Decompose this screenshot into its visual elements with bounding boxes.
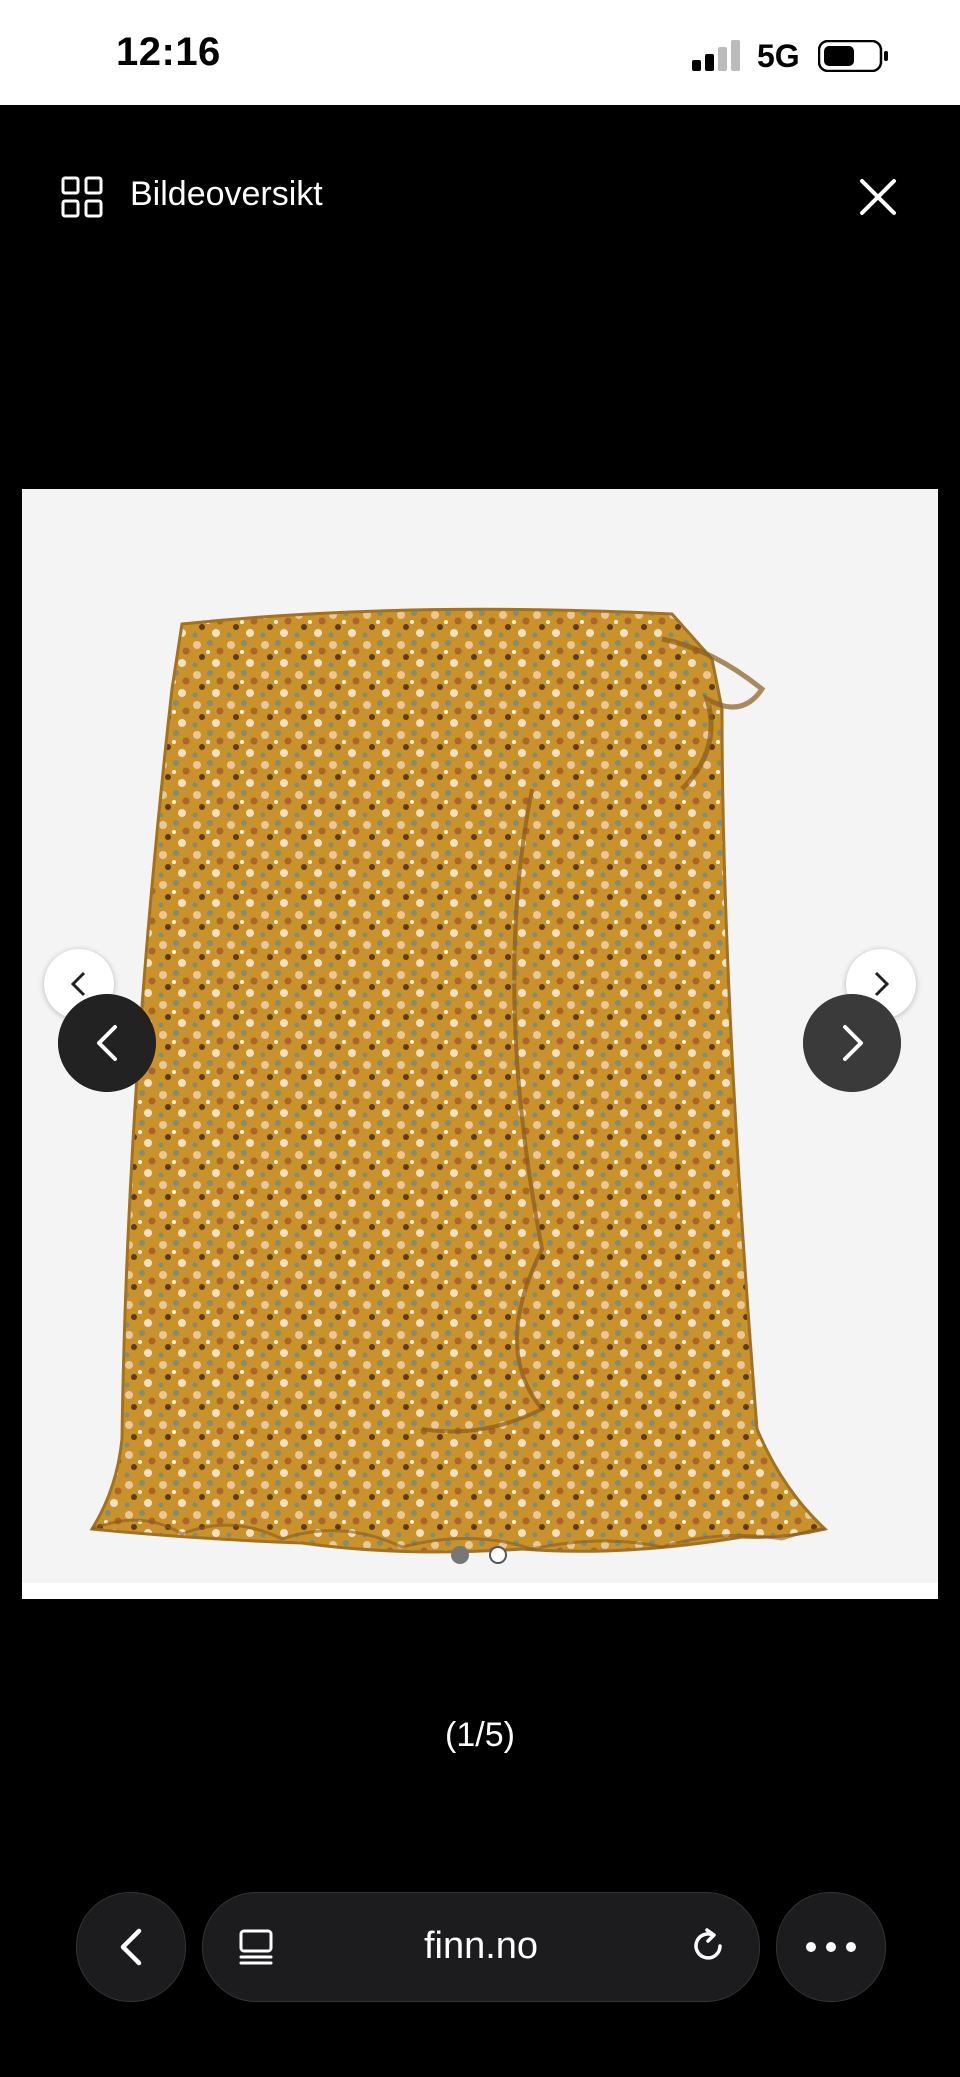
previous-image-button[interactable] <box>58 994 156 1092</box>
status-time: 12:16 <box>116 30 221 74</box>
browser-back-button[interactable] <box>76 1892 186 2002</box>
product-photo <box>89 607 829 1554</box>
next-image-button[interactable] <box>803 994 901 1092</box>
network-label: 5G <box>757 38 800 74</box>
reload-icon[interactable] <box>687 1925 729 1967</box>
image-bottom-strip <box>22 1583 938 1599</box>
battery-icon <box>818 40 888 72</box>
close-icon[interactable] <box>852 171 904 223</box>
product-image-viewer[interactable] <box>22 489 938 1599</box>
more-icon <box>806 1942 856 1952</box>
status-bar: 12:16 5G <box>0 0 960 105</box>
gallery-header: Bildeoversikt <box>0 105 960 285</box>
chevron-left-icon <box>120 1928 142 1966</box>
image-counter: (1/5) <box>445 1716 515 1754</box>
inner-pagination-dots <box>451 1546 507 1564</box>
more-options-button[interactable] <box>776 1892 886 2002</box>
address-bar[interactable]: finn.no <box>202 1892 760 2002</box>
grid-icon[interactable] <box>60 175 104 219</box>
url-text: finn.no <box>423 1925 539 1967</box>
browser-toolbar: finn.no <box>0 1880 960 2020</box>
signal-icon <box>692 40 740 71</box>
image-overview-button[interactable]: Bildeoversikt <box>130 175 323 214</box>
